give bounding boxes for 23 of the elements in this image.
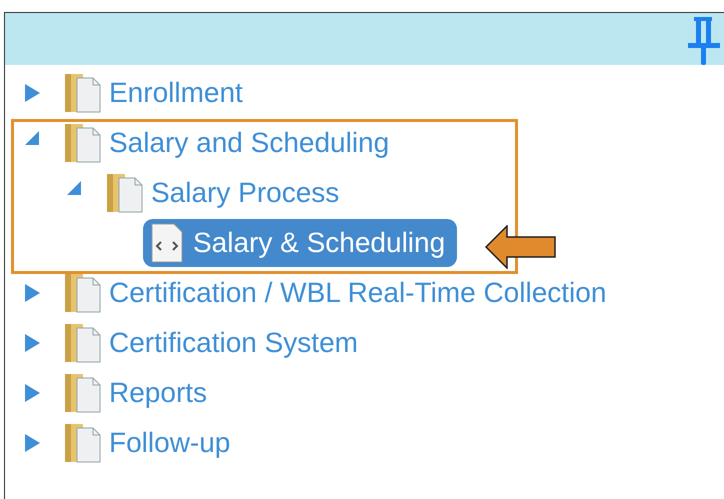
expand-triangle-icon[interactable] (25, 334, 40, 352)
callout-arrow-icon (485, 225, 557, 269)
expand-triangle-icon[interactable] (25, 434, 40, 452)
folder-icon (63, 422, 103, 464)
tree-item[interactable]: Enrollment (59, 69, 255, 117)
folder-icon (63, 72, 103, 114)
tree-item[interactable]: Certification / WBL Real-Time Collection (59, 269, 618, 317)
collapse-triangle-icon[interactable] (67, 181, 81, 195)
expand-triangle-icon[interactable] (25, 284, 40, 302)
collapse-triangle-icon[interactable] (25, 131, 39, 145)
expand-triangle-icon[interactable] (25, 84, 40, 102)
tree-item[interactable]: Reports (59, 369, 220, 417)
folder-icon (63, 322, 103, 364)
tree-item[interactable]: Salary Process (101, 169, 352, 217)
tree-item[interactable]: Follow-up (59, 419, 242, 467)
expand-triangle-icon[interactable] (25, 384, 40, 402)
tree-item[interactable]: Certification System (59, 319, 370, 367)
tree-item[interactable]: Salary & Scheduling (143, 219, 458, 267)
folder-icon (63, 372, 103, 414)
folder-icon (63, 122, 103, 164)
folder-icon (63, 272, 103, 314)
folder-icon (105, 172, 145, 214)
tree-item[interactable]: Salary and Scheduling (59, 119, 402, 167)
